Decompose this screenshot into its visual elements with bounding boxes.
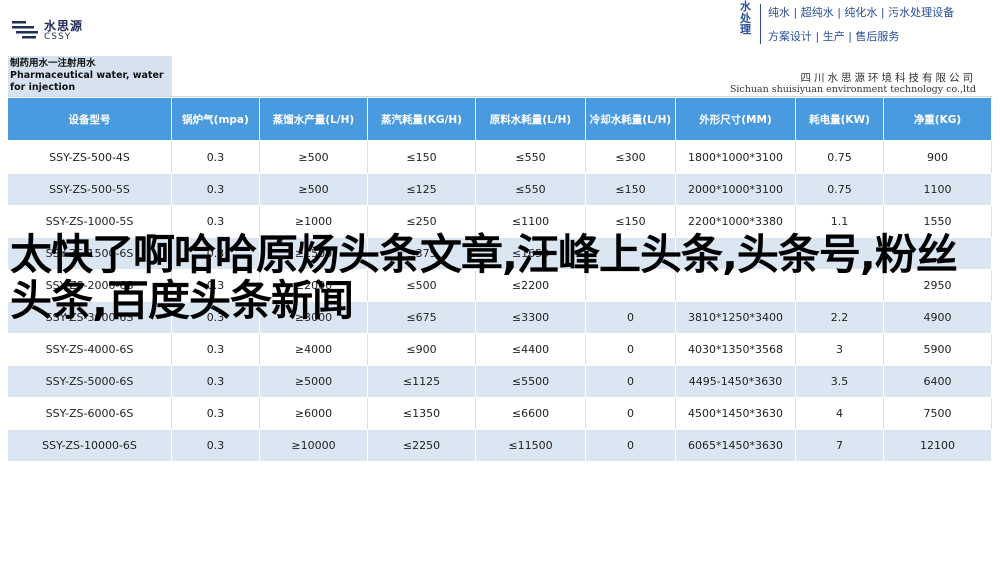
table-cell: 0	[586, 430, 676, 461]
table-cell: SSY-ZS-500-4S	[8, 142, 172, 173]
table-cell: SSY-ZS-6000-6S	[8, 398, 172, 429]
table-cell: ≤150	[368, 142, 476, 173]
table-cell: 6065*1450*3630	[676, 430, 796, 461]
table-cell: 0.75	[796, 174, 884, 205]
table-cell: 0	[586, 398, 676, 429]
site-header: 水思源 CSSY 水处理 纯水 | 超纯水 | 纯化水 | 污水处理设备 方案设…	[0, 0, 1000, 56]
overlay-headline: 太快了啊哈哈原炀头条文章,汪峰上头条,头条号,粉丝头条,百度头条新闻	[10, 230, 958, 325]
table-cell: 2000*1000*3100	[676, 174, 796, 205]
column-header: 净重(KG)	[884, 98, 992, 140]
brand-logo[interactable]: 水思源 CSSY	[12, 16, 100, 48]
table-row: SSY-ZS-500-4S 0.3 ≥500 ≤150 ≤550 ≤300 1800*100…	[8, 142, 992, 173]
table-cell: 1800*1000*3100	[676, 142, 796, 173]
table-cell: SSY-ZS-5000-6S	[8, 366, 172, 397]
company-name-en: Sichuan shuisiyuan environment technolog…	[729, 84, 976, 95]
table-row: SSY-ZS-500-5S 0.3 ≥500 ≤125 ≤550 ≤150 2000*100…	[8, 174, 992, 205]
table-cell: 0.3	[172, 142, 260, 173]
table-cell: 0.3	[172, 366, 260, 397]
table-header-row: 设备型号 锅炉气(mpa) 蒸馏水产量(L/H) 蒸汽耗量(KG/H) 原料水耗量(L/…	[8, 98, 992, 140]
table-cell: 900	[884, 142, 992, 173]
company-name-cn: 四川水思源环境科技有限公司	[800, 72, 976, 84]
table-cell: 4030*1350*3568	[676, 334, 796, 365]
table-row: SSY-ZS-6000-6S 0.3 ≥6000 ≤1350 ≤6600 0 4500*14…	[8, 398, 992, 429]
table-cell: 4500*1450*3630	[676, 398, 796, 429]
wave-logo-icon	[12, 21, 38, 39]
table-cell: ≤150	[586, 174, 676, 205]
slogan-services: 方案设计 | 生产 | 售后服务	[768, 30, 900, 43]
table-cell: 0.3	[172, 398, 260, 429]
table-cell: 4	[796, 398, 884, 429]
table-row: SSY-ZS-4000-6S 0.3 ≥4000 ≤900 ≤4400 0 4030*135…	[8, 334, 992, 365]
table-cell: ≤900	[368, 334, 476, 365]
table-cell: 0	[586, 334, 676, 365]
table-cell: 0.3	[172, 430, 260, 461]
table-cell: 1100	[884, 174, 992, 205]
brand-vertical: 水处理	[738, 1, 758, 49]
column-header: 蒸汽耗量(KG/H)	[368, 98, 476, 140]
table-cell: ≥500	[260, 142, 368, 173]
table-cell: ≤2250	[368, 430, 476, 461]
table-cell: ≤550	[476, 142, 586, 173]
column-header: 外形尺寸(MM)	[676, 98, 796, 140]
brand-divider	[760, 4, 761, 44]
table-cell: 6400	[884, 366, 992, 397]
table-cell: 0	[586, 366, 676, 397]
table-cell: 4495-1450*3630	[676, 366, 796, 397]
table-cell: ≥6000	[260, 398, 368, 429]
table-title: 制药用水一注射用水 Pharmaceutical water, water fo…	[10, 58, 164, 93]
table-cell: 5900	[884, 334, 992, 365]
table-row: SSY-ZS-5000-6S 0.3 ≥5000 ≤1125 ≤5500 0 4495-14…	[8, 366, 992, 397]
table-cell: 3.5	[796, 366, 884, 397]
table-cell: ≥5000	[260, 366, 368, 397]
table-cell: 12100	[884, 430, 992, 461]
table-cell: SSY-ZS-10000-6S	[8, 430, 172, 461]
table-cell: ≤1350	[368, 398, 476, 429]
table-cell: ≤11500	[476, 430, 586, 461]
table-cell: SSY-ZS-500-5S	[8, 174, 172, 205]
column-header: 锅炉气(mpa)	[172, 98, 260, 140]
table-cell: ≤1125	[368, 366, 476, 397]
brand-vertical-text: 水处理	[740, 0, 751, 36]
table-cell: ≥500	[260, 174, 368, 205]
table-cell: ≤4400	[476, 334, 586, 365]
table-cell: ≤5500	[476, 366, 586, 397]
table-cell: 3	[796, 334, 884, 365]
table-cell: 7	[796, 430, 884, 461]
table-cell: 0.3	[172, 334, 260, 365]
table-cell: 0.75	[796, 142, 884, 173]
table-title-cell: 制药用水一注射用水 Pharmaceutical water, water fo…	[8, 56, 172, 96]
column-header: 设备型号	[8, 98, 172, 140]
table-cell: ≤6600	[476, 398, 586, 429]
logo-name-en: CSSY	[44, 32, 72, 42]
table-cell: 0.3	[172, 174, 260, 205]
table-row: SSY-ZS-10000-6S 0.3 ≥10000 ≤2250 ≤11500 0 6065…	[8, 430, 992, 461]
column-header: 蒸馏水产量(L/H)	[260, 98, 368, 140]
slogan-products: 纯水 | 超纯水 | 纯化水 | 污水处理设备	[768, 6, 955, 19]
table-title-row: 制药用水一注射用水 Pharmaceutical water, water fo…	[8, 56, 992, 97]
column-header: 原料水耗量(L/H)	[476, 98, 586, 140]
table-cell: ≤300	[586, 142, 676, 173]
column-header: 冷却水耗量(L/H)	[586, 98, 676, 140]
table-cell: 7500	[884, 398, 992, 429]
table-cell: ≥10000	[260, 430, 368, 461]
table-cell: ≤550	[476, 174, 586, 205]
column-header: 耗电量(KW)	[796, 98, 884, 140]
table-cell: ≤125	[368, 174, 476, 205]
table-cell: ≥4000	[260, 334, 368, 365]
table-cell: SSY-ZS-4000-6S	[8, 334, 172, 365]
